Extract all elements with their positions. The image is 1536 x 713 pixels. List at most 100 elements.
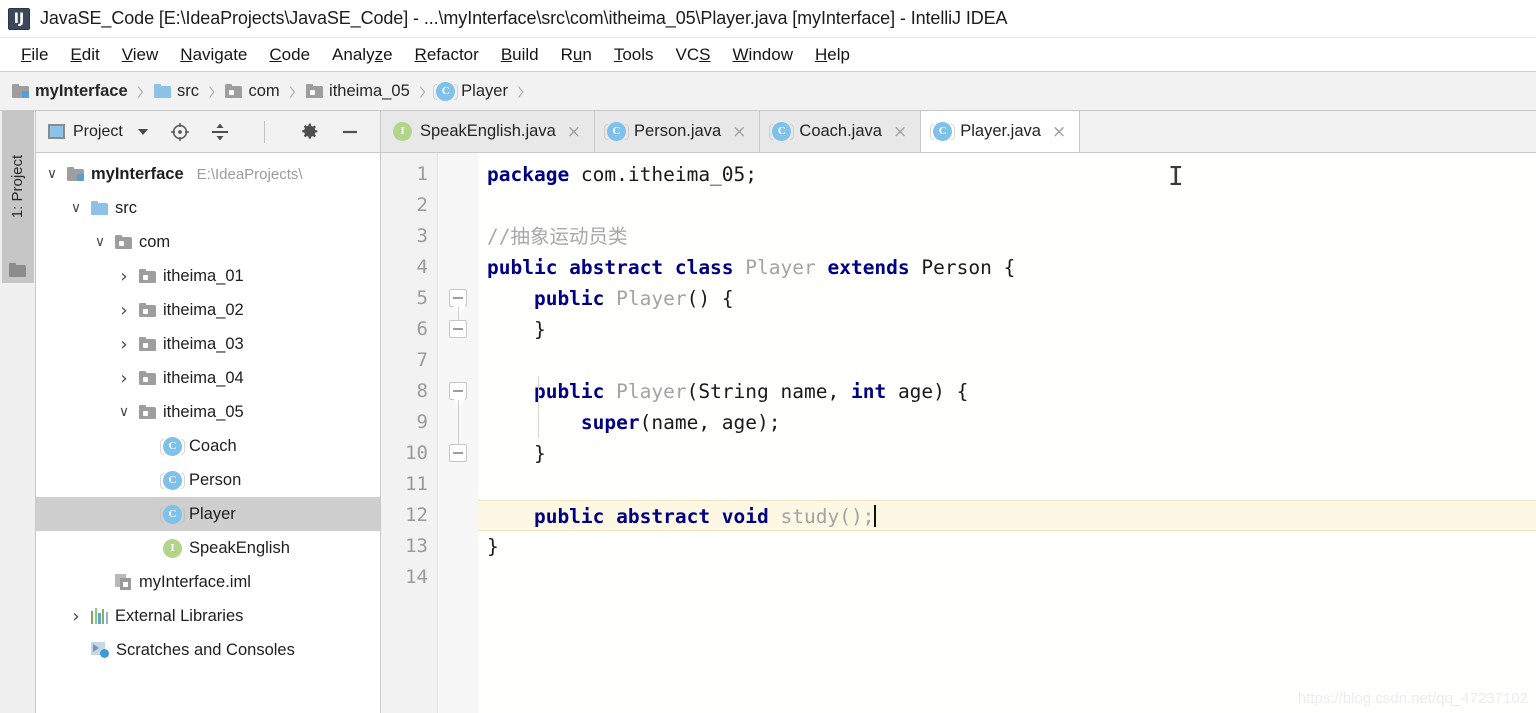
- code-line-8[interactable]: public Player(String name, int age) {: [478, 376, 1536, 407]
- code-token: Player: [616, 380, 687, 403]
- folder-icon: [139, 405, 156, 419]
- tree-item-com[interactable]: ∨ com: [36, 225, 380, 259]
- editor-tab-person-java[interactable]: C Person.java ×: [595, 111, 761, 152]
- tree-item-itheima-03[interactable]: › itheima_03: [36, 327, 380, 361]
- menu-item-vcs[interactable]: VCS: [665, 43, 722, 67]
- editor-tab-label: Player.java: [960, 122, 1041, 140]
- chevron-right-icon[interactable]: ›: [116, 300, 132, 321]
- code-text-area[interactable]: I package com.itheima_05;//抽象运动员类 public …: [478, 153, 1536, 713]
- code-line-9[interactable]: super(name, age);: [478, 407, 1536, 438]
- editor-tab-label: Coach.java: [799, 122, 882, 140]
- settings-gear-icon[interactable]: [299, 121, 320, 142]
- line-number-gutter: 1 2 3 4 5 6 7 8 9 10 11 12 13 14: [381, 153, 438, 713]
- hide-window-icon[interactable]: [340, 122, 360, 142]
- tree-item-label: myInterface.iml: [139, 572, 251, 591]
- menu-item-view[interactable]: View: [111, 43, 170, 67]
- tree-item-itheima-02[interactable]: › itheima_02: [36, 293, 380, 327]
- menu-item-code[interactable]: Code: [258, 43, 321, 67]
- tree-item-label: com: [139, 232, 171, 251]
- code-line-11[interactable]: [478, 469, 1536, 500]
- folder-icon: [9, 263, 26, 277]
- tree-item-path: E:\IdeaProjects\: [196, 165, 303, 183]
- editor-tab-coach-java[interactable]: C Coach.java ×: [760, 111, 922, 152]
- class-icon: C: [604, 122, 630, 141]
- menu-item-analyze[interactable]: Analyze: [321, 43, 404, 67]
- menu-item-run[interactable]: Run: [550, 43, 603, 67]
- chevron-right-icon[interactable]: ›: [116, 368, 132, 389]
- collapse-all-icon[interactable]: [210, 122, 230, 142]
- menu-item-build[interactable]: Build: [490, 43, 550, 67]
- code-line-13[interactable]: }: [478, 531, 1536, 562]
- code-line-2[interactable]: [478, 190, 1536, 221]
- tree-item-person[interactable]: C Person: [36, 463, 380, 497]
- chevron-right-icon[interactable]: ›: [116, 334, 132, 355]
- breadcrumb-item-com[interactable]: com: [225, 82, 280, 101]
- menu-item-file[interactable]: File: [10, 43, 59, 67]
- code-fold-down-icon[interactable]: [449, 382, 467, 400]
- breadcrumb-item-player[interactable]: C Player: [433, 81, 508, 101]
- text-caret: [874, 505, 876, 527]
- window-title: JavaSE_Code [E:\IdeaProjects\JavaSE_Code…: [40, 8, 1008, 28]
- code-token: public abstract class: [487, 256, 746, 279]
- close-icon[interactable]: ×: [567, 122, 581, 142]
- chevron-down-icon[interactable]: ∨: [44, 166, 60, 182]
- menu-item-tools[interactable]: Tools: [603, 43, 665, 67]
- code-line-1[interactable]: package com.itheima_05;: [478, 159, 1536, 190]
- chevron-down-icon[interactable]: ∨: [68, 200, 84, 216]
- tree-item-speakenglish[interactable]: I SpeakEnglish: [36, 531, 380, 565]
- code-line-10[interactable]: }: [478, 438, 1536, 469]
- tree-item-player[interactable]: C Player: [36, 497, 380, 531]
- breadcrumb-item-src[interactable]: src: [154, 82, 199, 101]
- tree-item-src[interactable]: ∨ src: [36, 191, 380, 225]
- close-icon[interactable]: ×: [893, 122, 907, 142]
- tree-item-itheima-01[interactable]: › itheima_01: [36, 259, 380, 293]
- tool-window-button-project[interactable]: 1: Project: [2, 111, 34, 261]
- tree-item-scratches-and-consoles[interactable]: Scratches and Consoles: [36, 633, 380, 667]
- menu-item-help[interactable]: Help: [804, 43, 861, 67]
- code-line-5[interactable]: public Player() {: [478, 283, 1536, 314]
- module-icon: [67, 167, 84, 181]
- code-editor[interactable]: 1 2 3 4 5 6 7 8 9 10 11 12 13 14 I package com.itheim…: [381, 153, 1536, 713]
- project-tree: ∨ myInterface E:\IdeaProjects\ ∨ src ∨ com › ith…: [36, 153, 380, 713]
- code-fold-up-icon[interactable]: [449, 444, 467, 462]
- project-view-selector[interactable]: Project: [48, 123, 148, 141]
- tree-item-itheima-05[interactable]: ∨ itheima_05: [36, 395, 380, 429]
- menu-item-refactor[interactable]: Refactor: [404, 43, 490, 67]
- tree-item-external-libraries[interactable]: › External Libraries: [36, 599, 380, 633]
- code-line-14[interactable]: [478, 562, 1536, 593]
- close-icon[interactable]: ×: [1052, 122, 1066, 142]
- breadcrumb-item-myinterface[interactable]: myInterface: [12, 82, 128, 101]
- editor-tab-bar-filler: [1080, 111, 1536, 152]
- code-line-6[interactable]: }: [478, 314, 1536, 345]
- code-token: () {: [686, 287, 734, 310]
- code-folding-gutter[interactable]: [438, 153, 478, 713]
- code-line-7[interactable]: [478, 345, 1536, 376]
- chevron-right-icon[interactable]: ›: [68, 606, 84, 627]
- code-line-3[interactable]: //抽象运动员类: [478, 221, 1536, 252]
- editor-tab-speakenglish-java[interactable]: I SpeakEnglish.java ×: [381, 111, 596, 152]
- editor-tab-player-java[interactable]: C Player.java ×: [921, 111, 1081, 152]
- close-icon[interactable]: ×: [732, 122, 746, 142]
- indent-guide: [538, 376, 539, 438]
- line-number: 6: [416, 318, 428, 340]
- tree-item-myinterface-iml[interactable]: myInterface.iml: [36, 565, 380, 599]
- breadcrumb-item-itheima-05[interactable]: itheima_05: [306, 82, 410, 101]
- tree-item-coach[interactable]: C Coach: [36, 429, 380, 463]
- chevron-right-icon[interactable]: ›: [116, 266, 132, 287]
- locate-icon[interactable]: [170, 122, 190, 142]
- tree-item-myinterface[interactable]: ∨ myInterface E:\IdeaProjects\: [36, 157, 380, 191]
- menu-item-window[interactable]: Window: [722, 43, 804, 67]
- menu-item-navigate[interactable]: Navigate: [169, 43, 258, 67]
- code-token: super: [487, 411, 640, 434]
- chevron-down-icon[interactable]: ∨: [92, 234, 108, 250]
- code-fold-down-icon[interactable]: [449, 289, 467, 307]
- tree-item-itheima-04[interactable]: › itheima_04: [36, 361, 380, 395]
- menu-item-edit[interactable]: Edit: [59, 43, 110, 67]
- code-line-4[interactable]: public abstract class Player extends Per…: [478, 252, 1536, 283]
- chevron-down-icon[interactable]: [137, 128, 148, 135]
- code-line-12[interactable]: public abstract void study();: [478, 500, 1536, 531]
- chevron-down-icon[interactable]: ∨: [116, 404, 132, 420]
- line-number: 11: [405, 473, 428, 495]
- code-fold-up-icon[interactable]: [449, 320, 467, 338]
